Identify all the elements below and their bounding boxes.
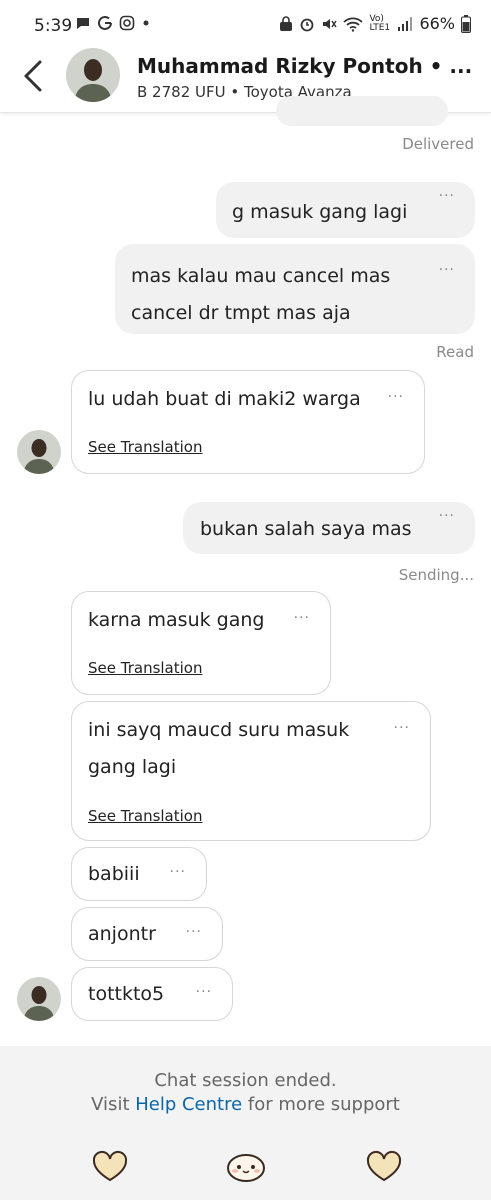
message-text: g masuk gang lagi [232, 201, 408, 223]
message-options-icon[interactable]: ··· [170, 854, 186, 891]
incoming-message[interactable]: ini sayq maucd suru masuk gang lagi ··· … [71, 701, 431, 841]
driver-avatar[interactable] [66, 48, 120, 102]
status-time: 5:39 [34, 16, 73, 36]
message-text-line: cancel dr tmpt mas aja [131, 302, 351, 324]
chat-icon [77, 18, 89, 29]
message-options-icon[interactable]: ··· [186, 914, 202, 951]
read-status: Read [436, 343, 474, 361]
incoming-message[interactable]: tottkto5 ··· [71, 967, 233, 1021]
incoming-message[interactable]: babiii ··· [71, 847, 207, 901]
signal-icon [398, 16, 413, 31]
smile-face-icon [227, 1154, 265, 1182]
message-options-icon[interactable]: ··· [394, 710, 410, 747]
incoming-message[interactable]: anjontr ··· [71, 907, 223, 961]
message-text: karna masuk gang [88, 609, 265, 631]
message-text: tottkto5 [88, 983, 165, 1005]
see-translation-link[interactable]: See Translation [88, 437, 202, 457]
message-text-line: gang lagi [88, 756, 177, 778]
message-text: bukan salah saya mas [200, 518, 412, 540]
dot-icon [143, 20, 149, 26]
battery-icon [461, 14, 471, 33]
heart-icon [366, 1150, 402, 1182]
message-options-icon[interactable]: ··· [196, 974, 212, 1011]
chevron-left-icon [24, 60, 42, 92]
see-translation-link[interactable]: See Translation [88, 658, 202, 678]
incoming-message[interactable]: lu udah buat di maki2 warga ··· See Tran… [71, 370, 425, 474]
alarm-icon [301, 18, 314, 31]
driver-name: Muhammad Rizky Pontoh • ... [137, 54, 473, 78]
delivered-status: Delivered [402, 135, 474, 153]
sender-avatar [17, 430, 61, 474]
outgoing-message[interactable]: bukan salah saya mas ··· [183, 502, 475, 554]
message-options-icon[interactable]: ··· [294, 600, 310, 637]
help-line: Visit Help Centre for more support [0, 1094, 491, 1115]
message-text: babiii [88, 863, 140, 885]
sending-status: Sending... [398, 566, 474, 584]
person-photo-icon [17, 977, 61, 1021]
instagram-icon [119, 15, 135, 31]
outgoing-message[interactable]: g masuk gang lagi ··· [216, 182, 475, 238]
message-text: lu udah buat di maki2 warga [88, 388, 361, 410]
google-icon [98, 15, 112, 30]
heart-sticker-button[interactable] [364, 1150, 404, 1184]
message-text-line: ini sayq maucd suru masuk [88, 719, 350, 741]
battery-level: 66% [419, 14, 455, 33]
help-suffix: for more support [247, 1094, 400, 1115]
heart-icon [92, 1150, 128, 1182]
person-photo-icon [66, 48, 120, 102]
network-label: Vo) LTE1 [369, 13, 391, 33]
message-options-icon[interactable]: ··· [439, 252, 455, 289]
message-options-icon[interactable]: ··· [439, 498, 455, 535]
heart-sticker-button[interactable] [90, 1150, 130, 1184]
help-centre-link[interactable]: Help Centre [135, 1094, 242, 1115]
system-icons: Vo) LTE1 66% [279, 14, 471, 33]
face-sticker-button[interactable] [224, 1150, 268, 1184]
help-prefix: Visit [91, 1094, 130, 1115]
incoming-message[interactable]: karna masuk gang ··· See Translation [71, 591, 331, 695]
wifi-icon [343, 17, 364, 32]
message-options-icon[interactable]: ··· [388, 379, 404, 416]
outgoing-message[interactable]: mas kalau mau cancel mas cancel dr tmpt … [115, 244, 475, 334]
see-translation-link[interactable]: See Translation [88, 806, 202, 826]
sender-avatar [17, 977, 61, 1021]
person-photo-icon [17, 430, 61, 474]
message-options-icon[interactable]: ··· [439, 178, 455, 215]
lock-icon [280, 15, 293, 31]
previous-message-bubble[interactable] [276, 96, 448, 126]
message-text: anjontr [88, 923, 156, 945]
notification-icons [75, 14, 152, 32]
message-text-line: mas kalau mau cancel mas [131, 265, 391, 287]
session-ended-text: Chat session ended. [154, 1070, 337, 1091]
back-button[interactable] [18, 56, 50, 96]
mute-icon [323, 18, 338, 29]
